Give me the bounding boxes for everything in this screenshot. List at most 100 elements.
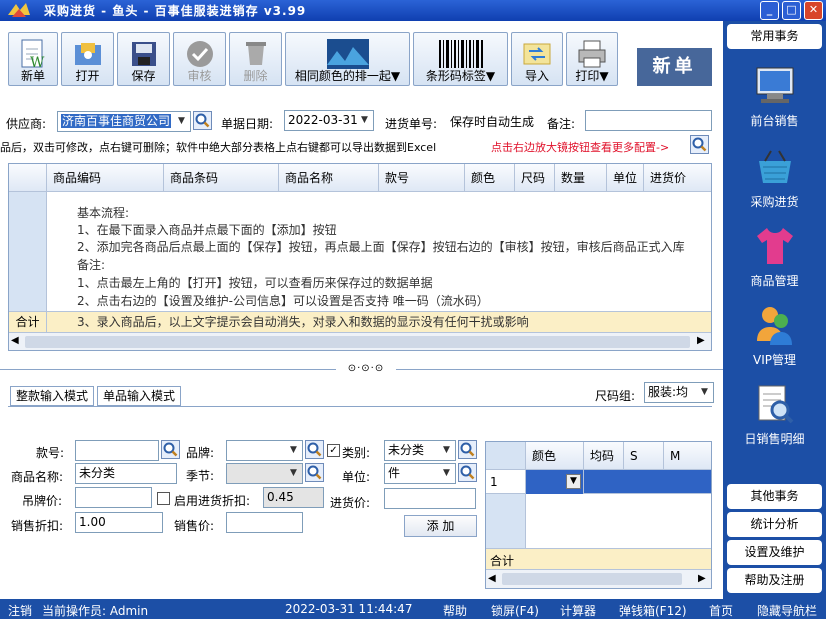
season-search-button[interactable] bbox=[305, 463, 324, 482]
import-button[interactable]: 导入 bbox=[511, 32, 563, 86]
purchase-price-input[interactable] bbox=[384, 488, 476, 509]
toolbar: W 新单 打开 保存 审核 删除 相同颜色的排一起▼ 条形码标签▼ 导入 打印▼ bbox=[0, 21, 723, 98]
unit-label: 单位: bbox=[342, 470, 371, 484]
sale-price-input[interactable] bbox=[226, 512, 303, 533]
style-search-button[interactable] bbox=[161, 440, 180, 459]
sale-discount-input[interactable]: 1.00 bbox=[75, 512, 163, 533]
scrollbar-thumb[interactable] bbox=[502, 573, 682, 585]
scroll-right-icon[interactable]: ▶ bbox=[697, 335, 705, 346]
add-button[interactable]: 添 加 bbox=[404, 515, 477, 537]
tab-single-input[interactable]: 单品输入模式 bbox=[97, 386, 182, 406]
column-header[interactable]: 商品条码 bbox=[164, 164, 279, 192]
note-line: 1、在最下面录入商品并点最下面的【添加】按钮 bbox=[77, 223, 337, 237]
sidebar-item-purchase[interactable]: 采购进货 bbox=[723, 145, 826, 215]
delete-icon bbox=[245, 42, 266, 65]
tab-divider bbox=[8, 406, 712, 407]
sidebar-tab-help[interactable]: 帮助及注册 bbox=[727, 568, 822, 593]
sidebar-item-vip[interactable]: VIP管理 bbox=[723, 303, 826, 373]
size-grid-row[interactable]: ▼ bbox=[526, 470, 711, 494]
scroll-left-icon[interactable]: ◀ bbox=[11, 335, 19, 346]
brand-search-button[interactable] bbox=[305, 440, 324, 459]
supplier-select[interactable]: 济南百事佳商贸公司 ▼ bbox=[57, 111, 191, 132]
maximize-button[interactable]: □ bbox=[782, 1, 801, 20]
supplier-search-button[interactable] bbox=[193, 111, 212, 130]
status-bar: 注销 当前操作员: Admin 2022-03-31 11:44:47 帮助 锁… bbox=[0, 599, 826, 619]
size-column-header[interactable]: S bbox=[624, 442, 664, 470]
scroll-right-icon[interactable]: ▶ bbox=[698, 573, 706, 584]
size-column-header[interactable]: 颜色 bbox=[526, 442, 584, 470]
cash-drawer-link[interactable]: 弹钱箱(F12) bbox=[619, 602, 687, 619]
chevron-down-icon: ▼ bbox=[701, 387, 708, 397]
column-header[interactable]: 商品编码 bbox=[47, 164, 164, 192]
unit-select[interactable]: 件 ▼ bbox=[384, 463, 456, 484]
help-link[interactable]: 帮助 bbox=[443, 602, 467, 619]
brand-select[interactable]: ▼ bbox=[226, 440, 303, 461]
main-grid[interactable]: 商品编码 商品条码 商品名称 款号 颜色 尺码 数量 单位 进货价 基本流程: … bbox=[8, 163, 712, 351]
size-column-header[interactable]: M bbox=[664, 442, 711, 470]
calculator-link[interactable]: 计算器 bbox=[560, 602, 596, 619]
sidebar-tab-common[interactable]: 常用事务 bbox=[727, 24, 822, 49]
home-link[interactable]: 首页 bbox=[709, 602, 733, 619]
hide-nav-link[interactable]: 隐藏导航栏 bbox=[757, 602, 817, 619]
sidebar-tab-statistics[interactable]: 统计分析 bbox=[727, 512, 822, 537]
tshirt-icon bbox=[757, 228, 793, 264]
printer-icon bbox=[578, 40, 606, 68]
same-color-group-button[interactable]: 相同颜色的排一起▼ bbox=[285, 32, 410, 86]
tab-whole-input[interactable]: 整款输入模式 bbox=[10, 386, 95, 406]
chevron-down-icon: ▼ bbox=[290, 445, 297, 455]
supplier-value: 济南百事佳商贸公司 bbox=[61, 114, 172, 128]
barcode-icon bbox=[438, 40, 483, 68]
sidebar-tab-other[interactable]: 其他事务 bbox=[727, 484, 822, 509]
close-button[interactable]: ✕ bbox=[804, 1, 823, 20]
config-search-button[interactable] bbox=[690, 135, 709, 154]
date-picker[interactable]: 2022-03-31 ▼ bbox=[284, 110, 374, 131]
sidebar-tab-settings[interactable]: 设置及维护 bbox=[727, 540, 822, 565]
column-header[interactable]: 进货价 bbox=[644, 164, 711, 192]
column-header[interactable]: 款号 bbox=[379, 164, 465, 192]
column-header[interactable]: 尺码 bbox=[515, 164, 555, 192]
chevron-down-icon[interactable]: ▼ bbox=[566, 474, 581, 489]
sidebar-item-pos-sales[interactable]: 前台销售 bbox=[723, 64, 826, 134]
delete-button[interactable]: 删除 bbox=[229, 32, 282, 86]
minimize-button[interactable]: _ bbox=[760, 1, 779, 20]
title-bar: 采购进货 - 鱼头 - 百事佳服装进销存 v3.99 _ □ ✕ bbox=[0, 0, 826, 21]
print-button[interactable]: 打印▼ bbox=[566, 32, 618, 86]
category-search-button[interactable] bbox=[458, 440, 477, 459]
date-value: 2022-03-31 bbox=[288, 113, 358, 127]
column-header[interactable]: 颜色 bbox=[465, 164, 515, 192]
barcode-label-button[interactable]: 条形码标签▼ bbox=[413, 32, 508, 86]
audit-button[interactable]: 审核 bbox=[173, 32, 226, 86]
size-grid-total-label: 合计 bbox=[490, 554, 515, 568]
save-button[interactable]: 保存 bbox=[117, 32, 170, 86]
logout-link[interactable]: 注销 bbox=[8, 602, 32, 619]
horizontal-scrollbar[interactable]: ◀ ▶ bbox=[9, 332, 711, 350]
category-checkbox[interactable]: ✓ bbox=[327, 444, 340, 457]
category-select[interactable]: 未分类 ▼ bbox=[384, 440, 456, 461]
lock-screen-link[interactable]: 锁屏(F4) bbox=[491, 602, 539, 619]
size-group-select[interactable]: 服装:均 ▼ bbox=[644, 382, 714, 403]
size-column-header[interactable]: 均码 bbox=[584, 442, 624, 470]
scroll-left-icon[interactable]: ◀ bbox=[488, 573, 496, 584]
tag-price-input[interactable] bbox=[75, 487, 152, 508]
scrollbar-thumb[interactable] bbox=[25, 336, 690, 348]
unit-search-button[interactable] bbox=[458, 463, 477, 482]
column-header[interactable]: 数量 bbox=[555, 164, 607, 192]
season-select[interactable]: ▼ bbox=[226, 463, 303, 484]
style-no-label: 款号: bbox=[36, 446, 65, 460]
size-grid-scrollbar[interactable]: ◀ ▶ bbox=[486, 569, 711, 588]
new-button[interactable]: W 新单 bbox=[8, 32, 58, 86]
enable-discount-checkbox[interactable] bbox=[157, 492, 170, 505]
splitter-handle[interactable]: ⊙·⊙·⊙ bbox=[336, 363, 396, 375]
discount-input[interactable]: 0.45 bbox=[263, 487, 324, 508]
sidebar-item-daily-sales[interactable]: 日销售明细 bbox=[723, 382, 826, 452]
open-button[interactable]: 打开 bbox=[61, 32, 114, 86]
size-grid[interactable]: 颜色 均码 S M 1 ▼ 合计 ◀ ▶ bbox=[485, 441, 712, 589]
magnifier-icon bbox=[307, 442, 322, 457]
product-name-input[interactable]: 未分类 bbox=[75, 463, 177, 484]
sidebar-item-products[interactable]: 商品管理 bbox=[723, 224, 826, 294]
remark-input[interactable] bbox=[585, 110, 712, 131]
chevron-down-icon: ▼ bbox=[178, 116, 185, 126]
style-no-input[interactable] bbox=[75, 440, 159, 461]
column-header[interactable]: 商品名称 bbox=[279, 164, 379, 192]
column-header[interactable]: 单位 bbox=[607, 164, 644, 192]
